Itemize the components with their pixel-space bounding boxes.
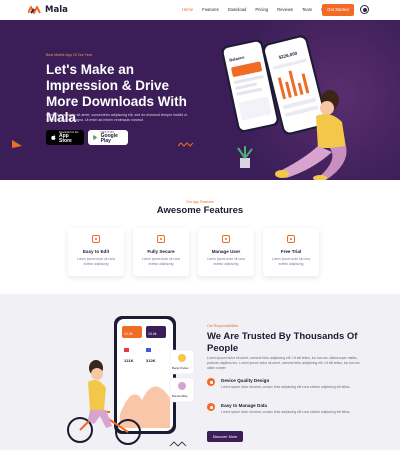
main-menu: Home Features Download Pricing Reviews T…: [182, 7, 339, 12]
trust-item-title: Device Quality Design: [221, 378, 270, 383]
nav-link-team[interactable]: Team: [302, 7, 312, 12]
theme-toggle-icon[interactable]: [360, 5, 369, 14]
discover-more-button[interactable]: Discover More: [207, 431, 243, 442]
trust-kicker: Our Responsibilities: [207, 324, 239, 328]
nav-link-features[interactable]: Features: [202, 7, 219, 12]
get-started-button[interactable]: Get Started: [322, 3, 354, 16]
feature-card-desc: Lorem ipsum dolor sit cons ectetur adipi…: [76, 257, 116, 266]
profile-card-2: Bonnie Riley: [169, 377, 195, 403]
profile-name-2: Bonnie Riley: [172, 394, 188, 398]
check-icon: [207, 378, 215, 386]
hero-kicker: Best Mobile App Of Our Year: [46, 53, 92, 57]
feature-card-desc: Lorem ipsum dolor sit cons ectetur adipi…: [206, 257, 246, 266]
features-title: Awesome Features: [156, 205, 244, 216]
logo-text: Mala: [45, 5, 68, 15]
logo[interactable]: Mala: [28, 5, 68, 15]
features-kicker: Our App Features: [186, 200, 214, 204]
apple-icon: [51, 134, 56, 140]
feature-card-title: Free Trial: [280, 249, 302, 254]
feature-card-desc: Lorem ipsum dolor sit cons ectetur adipi…: [271, 257, 311, 266]
feature-cards: Easy to Edit Lorem ipsum dolor sit cons …: [68, 228, 319, 276]
trust-description: Lorem ipsum dolor sit amet, consect tetu…: [207, 356, 361, 371]
check-icon: [207, 403, 215, 411]
gift-icon: [287, 235, 295, 243]
features-section: Our App Features Awesome Features Easy t…: [0, 180, 400, 294]
squiggle-decoration-icon: [169, 441, 187, 447]
profile-name-1: Becky Parker: [172, 366, 189, 370]
feature-card-free-trial[interactable]: Free Trial Lorem ipsum dolor sit cons ec…: [263, 228, 319, 276]
feature-card-title: Easy to Edit: [82, 249, 110, 254]
trust-item-desc: Lorem ipsum dolor sit amet, consec tetur…: [221, 385, 351, 389]
feature-card-manage-user[interactable]: Manage User Lorem ipsum dolor sit cons e…: [198, 228, 254, 276]
nav-link-pricing[interactable]: Pricing: [255, 7, 268, 12]
top-nav: Mala Home Features Download Pricing Revi…: [0, 0, 400, 20]
feature-card-desc: Lorem ipsum dolor sit cons ectetur adipi…: [141, 257, 181, 266]
google-play-icon: [93, 134, 98, 141]
nav-link-reviews[interactable]: Reviews: [277, 7, 293, 12]
phone-row-2: 312K: [146, 358, 156, 363]
nav-link-home[interactable]: Home: [182, 7, 193, 12]
hero-section: Best Mobile App Of Our Year Let's Make a…: [0, 20, 400, 180]
feature-card-title: Fully Secure: [147, 249, 175, 254]
profile-card-1: Becky Parker: [169, 349, 195, 375]
google-play-button[interactable]: GET IT ON Google Play: [88, 130, 128, 145]
edit-icon: [92, 235, 100, 243]
feature-card-title: Manage User: [211, 249, 241, 254]
logo-icon: [28, 6, 41, 14]
trust-title: We Are Trusted By Thousands Of People: [207, 331, 358, 354]
google-play-label: Google Play: [100, 132, 118, 144]
trust-illustration: 12.2k 10.0k 121K 312K Becky Parker Bonni…: [67, 316, 195, 447]
app-store-button[interactable]: Download on the App Store: [46, 130, 84, 145]
feature-card-fully-secure[interactable]: Fully Secure Lorem ipsum dolor sit cons …: [133, 228, 189, 276]
phone-stat-1: 12.2k: [124, 332, 133, 336]
trust-phone: 12.2k 10.0k 121K 312K: [114, 316, 176, 434]
nav-link-download[interactable]: Download: [228, 7, 247, 12]
squiggle-decoration-icon: [178, 142, 194, 147]
feature-card-easy-to-edit[interactable]: Easy to Edit Lorem ipsum dolor sit cons …: [68, 228, 124, 276]
trust-section: 12.2k 10.0k 121K 312K Becky Parker Bonni…: [0, 294, 400, 450]
trust-item-desc: Lorem ipsum dolor sit amet, consec tetur…: [221, 410, 351, 414]
hero-illustration: Balance $226,000: [221, 35, 347, 180]
app-store-label: App Store: [59, 132, 72, 144]
plant-pot: [237, 146, 253, 168]
user-icon: [222, 235, 230, 243]
shield-icon: [157, 235, 165, 243]
triangle-decoration-icon: [12, 140, 22, 148]
phone-row-1: 121K: [124, 358, 134, 363]
phone-stat-2: 10.0k: [148, 332, 157, 336]
hero-description: Lorem ipsum dolor sit amet, consectetur …: [46, 113, 188, 123]
trust-item-title: Easy to Manage Data: [221, 403, 267, 408]
